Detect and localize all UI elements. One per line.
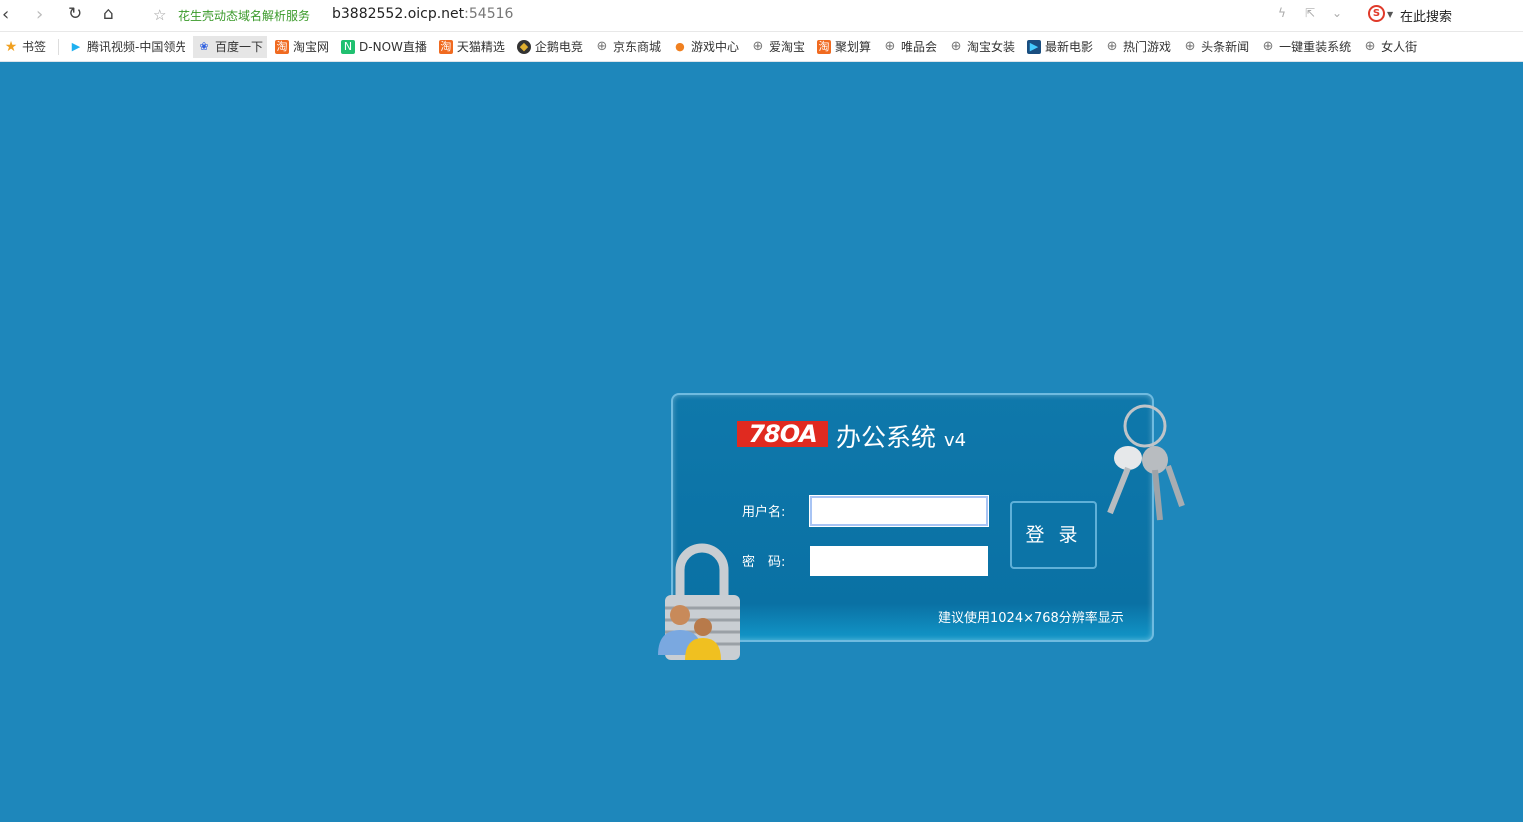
caret-down-icon[interactable]: ▼ xyxy=(1387,10,1393,19)
home-icon[interactable]: ⌂ xyxy=(103,4,114,24)
bookmark-ai-taobao[interactable]: ⊕ 爱淘宝 xyxy=(747,36,809,58)
tencent-video-icon: ▶ xyxy=(69,40,83,54)
globe-icon: ⊕ xyxy=(949,40,963,54)
logo: 78OA xyxy=(737,421,828,447)
globe-icon: ⊕ xyxy=(1261,40,1275,54)
bookmarks-bar: ★书签 ▶腾讯视频-中国领先 ❀百度一下 淘淘宝网 ND-NOW直播 淘天猫精选… xyxy=(0,31,1523,62)
bookmark-dnow[interactable]: N D-NOW直播 xyxy=(337,36,431,58)
bookmark-women-street[interactable]: ⊕ 女人街 xyxy=(1359,36,1421,58)
username-label: 用户名: xyxy=(742,501,785,520)
lightning-icon[interactable]: ϟ xyxy=(1278,6,1286,20)
bookmark-label: 京东商城 xyxy=(613,38,661,55)
bookmark-juhuasuan[interactable]: 淘聚划算 xyxy=(813,36,875,58)
bookmark-taobao[interactable]: 淘淘宝网 xyxy=(271,36,333,58)
bookmark-baidu[interactable]: ❀ 百度一下 xyxy=(193,36,267,58)
film-icon: ▶ xyxy=(1027,40,1041,54)
bookmark-label: 游戏中心 xyxy=(691,38,739,55)
system-title: 办公系统 v4 xyxy=(836,418,966,454)
star-icon[interactable]: ☆ xyxy=(153,6,166,24)
bookmark-games[interactable]: ● 游戏中心 xyxy=(669,36,743,58)
lock-users-icon xyxy=(655,540,775,675)
dnow-icon: N xyxy=(341,40,355,54)
search-box[interactable]: 在此搜索 xyxy=(1400,6,1452,25)
bookmark-label: 企鹅电竞 xyxy=(535,38,583,55)
globe-icon: ⊕ xyxy=(751,40,765,54)
login-button[interactable]: 登 录 xyxy=(1010,501,1097,569)
globe-icon: ⊕ xyxy=(1363,40,1377,54)
taobao-icon: 淘 xyxy=(817,40,831,54)
chevron-down-icon[interactable]: ⌄ xyxy=(1332,6,1342,20)
password-input[interactable] xyxy=(810,546,988,576)
globe-icon: ⊕ xyxy=(883,40,897,54)
bookmark-movies[interactable]: ▶ 最新电影 xyxy=(1023,36,1097,58)
bookmark-tencent-video[interactable]: ▶ 腾讯视频-中国领先 xyxy=(65,36,189,58)
site-name: 花生壳动态域名解析服务 xyxy=(178,7,310,24)
browser-toolbar: ‹ › ↻ ⌂ ☆ 花生壳动态域名解析服务 b3882552.oicp.net:… xyxy=(0,0,1523,31)
back-icon[interactable]: ‹ xyxy=(2,4,9,25)
bookmark-vip[interactable]: ⊕ 唯品会 xyxy=(879,36,941,58)
url-host: b3882552.oicp.net xyxy=(332,6,464,22)
bookmark-label: 腾讯视频-中国领先 xyxy=(87,38,185,55)
bookmark-label: 聚划算 xyxy=(835,38,871,55)
sogou-search-icon[interactable]: S xyxy=(1368,5,1385,22)
share-icon[interactable]: ⇱ xyxy=(1305,6,1315,20)
bookmark-label: D-NOW直播 xyxy=(359,38,427,55)
taobao-icon: 淘 xyxy=(275,40,289,54)
penguin-icon: ◆ xyxy=(517,40,531,54)
bookmark-label: 头条新闻 xyxy=(1201,38,1249,55)
gamepad-icon: ● xyxy=(673,40,687,54)
username-input[interactable] xyxy=(810,496,988,526)
globe-icon: ⊕ xyxy=(1183,40,1197,54)
star-icon: ★ xyxy=(4,40,18,54)
bookmark-label: 唯品会 xyxy=(901,38,937,55)
bookmark-label: 淘宝网 xyxy=(293,38,329,55)
bookmark-hot-games[interactable]: ⊕ 热门游戏 xyxy=(1101,36,1175,58)
bookmark-label: 百度一下 xyxy=(215,38,263,55)
bookmarks-menu[interactable]: ★ 书签 xyxy=(0,36,50,58)
keys-icon xyxy=(1100,398,1195,528)
bookmark-label: 热门游戏 xyxy=(1123,38,1171,55)
address-bar[interactable]: b3882552.oicp.net:54516 xyxy=(332,6,513,22)
bookmark-jd[interactable]: ⊕ 京东商城 xyxy=(591,36,665,58)
globe-icon: ⊕ xyxy=(1105,40,1119,54)
divider xyxy=(58,39,59,55)
bookmark-news[interactable]: ⊕ 头条新闻 xyxy=(1179,36,1253,58)
taobao-icon: 淘 xyxy=(439,40,453,54)
bookmark-label: 淘宝女装 xyxy=(967,38,1015,55)
bookmark-label: 天猫精选 xyxy=(457,38,505,55)
bookmark-label: 女人街 xyxy=(1381,38,1417,55)
bookmark-taobao-women[interactable]: ⊕ 淘宝女装 xyxy=(945,36,1019,58)
url-port: :54516 xyxy=(464,6,513,22)
baidu-icon: ❀ xyxy=(197,40,211,54)
reload-icon[interactable]: ↻ xyxy=(68,4,82,24)
bookmarks-label: 书签 xyxy=(22,38,46,55)
title-text: 办公系统 xyxy=(836,423,936,452)
globe-icon: ⊕ xyxy=(595,40,609,54)
bookmark-label: 最新电影 xyxy=(1045,38,1093,55)
forward-icon[interactable]: › xyxy=(36,4,43,25)
version: v4 xyxy=(944,430,966,451)
resolution-hint: 建议使用1024×768分辨率显示 xyxy=(938,607,1124,626)
bookmark-label: 爱淘宝 xyxy=(769,38,805,55)
bookmark-label: 一键重装系统 xyxy=(1279,38,1351,55)
bookmark-reinstall[interactable]: ⊕ 一键重装系统 xyxy=(1257,36,1355,58)
bookmark-tmall[interactable]: 淘天猫精选 xyxy=(435,36,509,58)
bookmark-penguin[interactable]: ◆ 企鹅电竞 xyxy=(513,36,587,58)
